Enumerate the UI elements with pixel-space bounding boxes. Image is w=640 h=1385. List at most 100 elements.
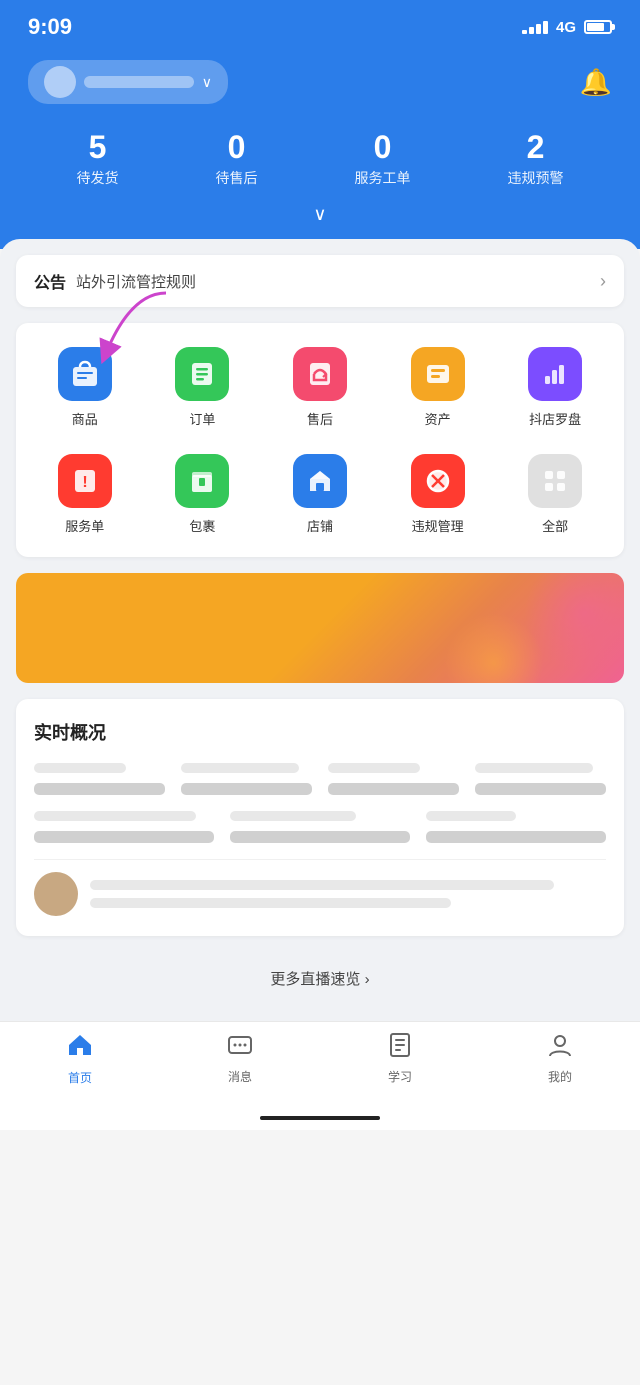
icon-item-aftersale[interactable]: 售后 (261, 343, 379, 440)
realtime-item-4 (475, 763, 606, 795)
blur-bar-dark (230, 831, 410, 843)
shop-avatar (44, 66, 76, 98)
expand-chevron[interactable]: ∨ (28, 204, 612, 229)
goods-icon (70, 359, 100, 389)
stat-label-pending-aftersale: 待售后 (216, 168, 258, 188)
icon-item-assets[interactable]: 资产 (379, 343, 497, 440)
icon-item-all[interactable]: 全部 (496, 450, 614, 547)
violation-icon (424, 467, 452, 495)
stat-item-pending-ship[interactable]: 5 待发货 (77, 128, 119, 188)
stat-num-service-order: 0 (355, 128, 411, 166)
icon-item-shop[interactable]: 店铺 (261, 450, 379, 547)
blur-bar-dark (34, 831, 214, 843)
icon-grid-wrapper: 商品 订单 (16, 323, 624, 557)
package-label: 包裹 (189, 516, 215, 535)
home-bar (260, 1116, 380, 1120)
icon-item-goods[interactable]: 商品 (26, 343, 144, 440)
nav-item-home[interactable]: 首页 (40, 1032, 120, 1086)
nav-item-learn[interactable]: 学习 (360, 1032, 440, 1086)
bell-icon[interactable]: 🔔 (580, 67, 612, 98)
assets-label: 资产 (425, 409, 451, 428)
header: ∨ 🔔 5 待发货 0 待售后 0 服务工单 2 违规预警 ∨ (0, 50, 640, 249)
chevron-down-icon: ∨ (202, 74, 212, 91)
status-bar: 9:09 4G (0, 0, 640, 50)
package-icon (188, 467, 216, 495)
stat-label-violation: 违规预警 (508, 168, 564, 188)
goods-icon-box (58, 347, 112, 401)
aftersale-label: 售后 (307, 409, 333, 428)
all-icon (541, 467, 569, 495)
blur-bar (34, 811, 196, 821)
more-link[interactable]: 更多直播速览 › (16, 952, 624, 1005)
blur-bar-dark (328, 783, 459, 795)
compass-icon-box (528, 347, 582, 401)
main-content: 公告 站外引流管控规则 › (0, 239, 640, 1021)
blur-bar (34, 763, 126, 773)
icon-grid-card: 商品 订单 (16, 323, 624, 557)
shop-icon (306, 467, 334, 495)
stat-item-violation[interactable]: 2 违规预警 (508, 128, 564, 188)
stat-item-pending-aftersale[interactable]: 0 待售后 (216, 128, 258, 188)
icon-item-package[interactable]: 包裹 (144, 450, 262, 547)
blur-bar-dark (181, 783, 312, 795)
bottom-blur-lines (90, 880, 606, 908)
realtime-grid-row2 (34, 811, 606, 843)
compass-label: 抖店罗盘 (529, 409, 581, 428)
mine-nav-icon (547, 1032, 573, 1064)
realtime-item-7 (426, 811, 606, 843)
stat-label-service-order: 服务工单 (355, 168, 411, 188)
announcement-left: 公告 站外引流管控规则 (34, 269, 196, 293)
header-top: ∨ 🔔 (28, 60, 612, 104)
blur-bar (230, 811, 356, 821)
orders-label: 订单 (189, 409, 215, 428)
shop-selector[interactable]: ∨ (28, 60, 228, 104)
home-nav-icon (67, 1032, 93, 1065)
service-icon-box: ! (58, 454, 112, 508)
home-indicator (0, 1106, 640, 1130)
announce-arrow-icon: › (600, 271, 606, 292)
banner-card[interactable] (16, 573, 624, 683)
goods-label: 商品 (72, 409, 98, 428)
realtime-item-6 (230, 811, 410, 843)
orders-icon (188, 360, 216, 388)
icon-item-compass[interactable]: 抖店罗盘 (496, 343, 614, 440)
blur-bar-dark (426, 831, 606, 843)
realtime-card: 实时概况 (16, 699, 624, 936)
blur-bar (328, 763, 420, 773)
svg-text:!: ! (82, 474, 87, 491)
home-nav-label: 首页 (68, 1069, 92, 1086)
icon-item-service[interactable]: ! 服务单 (26, 450, 144, 547)
icon-item-orders[interactable]: 订单 (144, 343, 262, 440)
icon-item-violation[interactable]: 违规管理 (379, 450, 497, 547)
blur-bar (426, 811, 516, 821)
more-link-text: 更多直播速览 › (270, 971, 369, 988)
stat-num-pending-ship: 5 (77, 128, 119, 166)
learn-nav-icon (387, 1032, 413, 1064)
blur-bar (90, 898, 451, 908)
realtime-bottom (34, 859, 606, 916)
status-time: 9:09 (28, 14, 72, 40)
service-label: 服务单 (65, 516, 104, 535)
aftersale-icon-box (293, 347, 347, 401)
compass-icon (541, 360, 569, 388)
assets-icon (424, 360, 452, 388)
icon-grid: 商品 订单 (26, 343, 614, 547)
package-icon-box (175, 454, 229, 508)
violation-label: 违规管理 (412, 516, 464, 535)
stat-item-service-order[interactable]: 0 服务工单 (355, 128, 411, 188)
learn-nav-label: 学习 (388, 1068, 412, 1085)
network-label: 4G (556, 19, 576, 36)
stats-row: 5 待发货 0 待售后 0 服务工单 2 违规预警 (28, 128, 612, 188)
nav-item-mine[interactable]: 我的 (520, 1032, 600, 1086)
nav-item-messages[interactable]: 消息 (200, 1032, 280, 1086)
realtime-item-3 (328, 763, 459, 795)
violation-icon-box (411, 454, 465, 508)
realtime-grid-row1 (34, 763, 606, 795)
aftersale-icon (306, 360, 334, 388)
stat-num-pending-aftersale: 0 (216, 128, 258, 166)
all-label: 全部 (542, 516, 568, 535)
assets-icon-box (411, 347, 465, 401)
battery-icon (584, 20, 612, 34)
announcement-bar[interactable]: 公告 站外引流管控规则 › (16, 255, 624, 307)
messages-nav-label: 消息 (228, 1068, 252, 1085)
